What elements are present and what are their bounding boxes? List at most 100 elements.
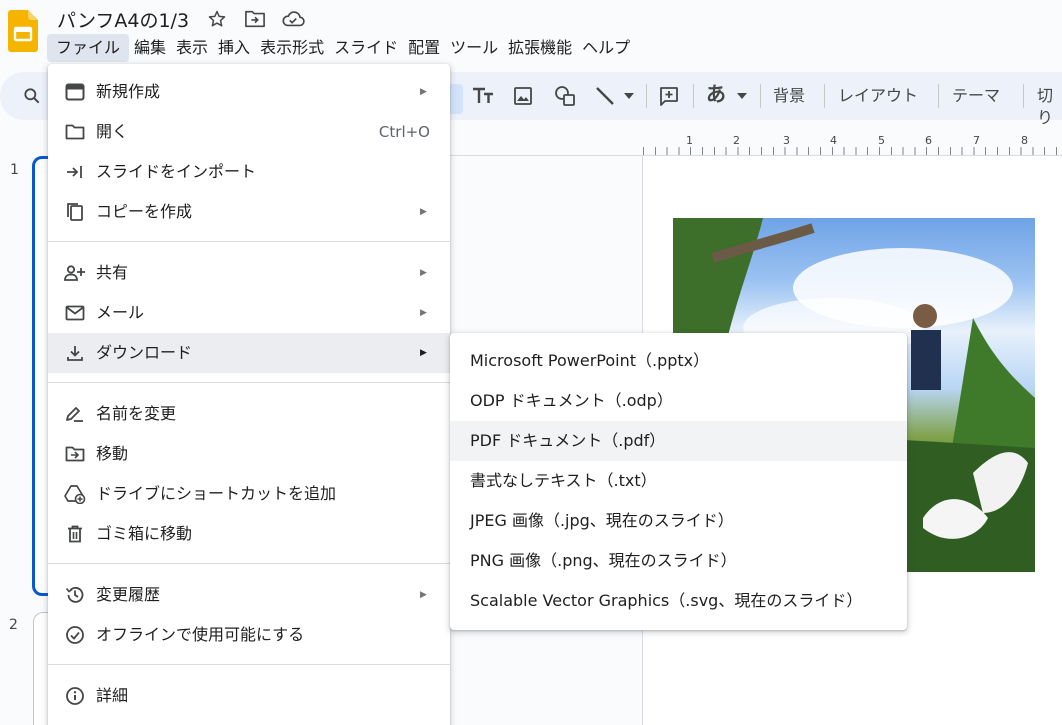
star-icon[interactable] xyxy=(205,7,229,31)
keyboard-shortcut: Ctrl+O xyxy=(378,123,430,141)
submenu-arrow-icon: ▶ xyxy=(420,590,427,600)
menu-item-label: 変更履歴 xyxy=(96,585,161,604)
menu-item-email[interactable]: メール ▶ xyxy=(48,293,450,333)
download-submenu: Microsoft PowerPoint（.pptx） ODP ドキュメント（.… xyxy=(450,333,907,630)
search-menus-icon[interactable] xyxy=(22,86,42,110)
move-to-folder-icon[interactable] xyxy=(243,7,267,31)
menu-edit[interactable]: 編集 xyxy=(129,34,171,62)
folder-open-icon xyxy=(64,122,86,142)
line-dropdown-chevron-icon[interactable] xyxy=(622,84,636,108)
menu-divider xyxy=(48,664,450,665)
toolbar-divider xyxy=(760,84,761,108)
menu-item-import-slides[interactable]: スライドをインポート xyxy=(48,152,450,192)
submenu-arrow-icon: ▶ xyxy=(420,87,427,97)
menu-tools[interactable]: ツール xyxy=(445,34,503,62)
move-folder-icon xyxy=(64,444,86,464)
transition-button[interactable]: 切り xyxy=(1037,85,1062,129)
toolbar-divider xyxy=(1023,84,1024,108)
shape-icon[interactable] xyxy=(553,84,577,108)
menu-item-label: 開く xyxy=(96,122,129,141)
ruler-number: 6 xyxy=(925,134,932,147)
submenu-item-label: Scalable Vector Graphics（.svg、現在のスライド） xyxy=(470,591,863,610)
download-png[interactable]: PNG 画像（.png、現在のスライド） xyxy=(450,541,907,581)
submenu-item-label: Microsoft PowerPoint（.pptx） xyxy=(470,351,710,370)
drive-shortcut-icon xyxy=(64,484,86,504)
menu-divider xyxy=(48,241,450,242)
download-odp[interactable]: ODP ドキュメント（.odp） xyxy=(450,381,907,421)
menu-item-label: ダウンロード xyxy=(96,343,193,362)
download-svg[interactable]: Scalable Vector Graphics（.svg、現在のスライド） xyxy=(450,581,907,621)
menu-item-label: オフラインで使用可能にする xyxy=(96,625,305,644)
toolbar-divider xyxy=(938,84,939,108)
menu-item-new[interactable]: 新規作成 ▶ xyxy=(48,72,450,112)
menu-item-move[interactable]: 移動 xyxy=(48,434,450,474)
menu-item-label: コピーを作成 xyxy=(96,202,193,221)
menu-help[interactable]: ヘルプ xyxy=(577,34,635,62)
text-box-icon[interactable] xyxy=(471,84,495,108)
document-title[interactable]: パンフA4の1/3 xyxy=(57,6,189,33)
background-button[interactable]: 背景 xyxy=(773,85,805,107)
input-tools-chevron-icon[interactable] xyxy=(735,84,749,108)
submenu-arrow-icon: ▶ xyxy=(420,308,427,318)
ruler-number: 2 xyxy=(733,134,740,147)
theme-button[interactable]: テーマ xyxy=(952,85,1000,107)
submenu-item-label: PNG 画像（.png、現在のスライド） xyxy=(470,551,737,570)
input-tools-button[interactable]: あ xyxy=(706,83,726,105)
horizontal-ruler[interactable]: 1 2 3 4 5 6 7 8 xyxy=(450,134,1062,156)
menu-item-open[interactable]: 開く Ctrl+O xyxy=(48,112,450,152)
cloud-saved-icon[interactable] xyxy=(281,7,305,31)
menu-item-label: 名前を変更 xyxy=(96,404,177,423)
import-icon xyxy=(64,162,86,182)
menu-item-label: 移動 xyxy=(96,444,129,463)
slide-number: 1 xyxy=(10,162,19,178)
menu-insert[interactable]: 挿入 xyxy=(213,34,255,62)
menu-item-download[interactable]: ダウンロード ▶ xyxy=(48,333,450,373)
menu-item-label: 詳細 xyxy=(96,686,129,705)
rename-pen-icon xyxy=(64,404,86,424)
download-jpg[interactable]: JPEG 画像（.jpg、現在のスライド） xyxy=(450,501,907,541)
menu-item-make-offline[interactable]: オフラインで使用可能にする xyxy=(48,615,450,655)
menu-item-trash[interactable]: ゴミ箱に移動 xyxy=(48,514,450,554)
file-menu: 新規作成 ▶ 開く Ctrl+O スライドをインポート コピーを作成 ▶ 共有 … xyxy=(48,64,450,725)
submenu-arrow-icon: ▶ xyxy=(420,207,427,217)
select-tool-highlight[interactable] xyxy=(449,84,463,114)
menu-item-label: メール xyxy=(96,303,145,322)
image-icon[interactable] xyxy=(511,84,535,108)
ruler-number: 4 xyxy=(830,134,837,147)
slides-logo[interactable] xyxy=(8,10,38,52)
download-txt[interactable]: 書式なしテキスト（.txt） xyxy=(450,461,907,501)
submenu-arrow-icon: ▶ xyxy=(420,348,427,358)
submenu-arrow-icon: ▶ xyxy=(420,268,427,278)
menu-item-make-copy[interactable]: コピーを作成 ▶ xyxy=(48,192,450,232)
menu-bar: ファイル 編集 表示 挿入 表示形式 スライド 配置 ツール 拡張機能 ヘルプ xyxy=(47,34,635,62)
add-comment-icon[interactable] xyxy=(657,84,681,108)
menu-format[interactable]: 表示形式 xyxy=(255,34,329,62)
slide-number: 2 xyxy=(9,617,18,633)
layout-button[interactable]: レイアウト xyxy=(838,85,918,107)
menu-view[interactable]: 表示 xyxy=(171,34,213,62)
menu-item-add-shortcut[interactable]: ドライブにショートカットを追加 xyxy=(48,474,450,514)
menu-file[interactable]: ファイル xyxy=(47,34,130,62)
menu-item-label: ゴミ箱に移動 xyxy=(96,524,193,543)
menu-arrange[interactable]: 配置 xyxy=(403,34,445,62)
menu-item-version-history[interactable]: 変更履歴 ▶ xyxy=(48,575,450,615)
ruler-number: 8 xyxy=(1021,134,1028,147)
mail-icon xyxy=(64,303,86,323)
ruler-number: 5 xyxy=(878,134,885,147)
menu-extensions[interactable]: 拡張機能 xyxy=(503,34,577,62)
menu-slide[interactable]: スライド xyxy=(329,34,403,62)
menu-item-details[interactable]: 詳細 xyxy=(48,676,450,716)
menu-item-share[interactable]: 共有 ▶ xyxy=(48,253,450,293)
download-pdf[interactable]: PDF ドキュメント（.pdf） xyxy=(450,421,907,461)
offline-check-icon xyxy=(64,625,86,645)
menu-item-rename[interactable]: 名前を変更 xyxy=(48,394,450,434)
line-icon[interactable] xyxy=(593,84,617,108)
info-icon xyxy=(64,686,86,706)
submenu-item-label: JPEG 画像（.jpg、現在のスライド） xyxy=(470,511,734,530)
new-slides-icon xyxy=(64,82,86,102)
menu-divider xyxy=(48,563,450,564)
share-person-icon xyxy=(64,263,86,283)
submenu-item-label: ODP ドキュメント（.odp） xyxy=(470,391,673,410)
menu-item-label: 共有 xyxy=(96,263,129,282)
download-pptx[interactable]: Microsoft PowerPoint（.pptx） xyxy=(450,341,907,381)
